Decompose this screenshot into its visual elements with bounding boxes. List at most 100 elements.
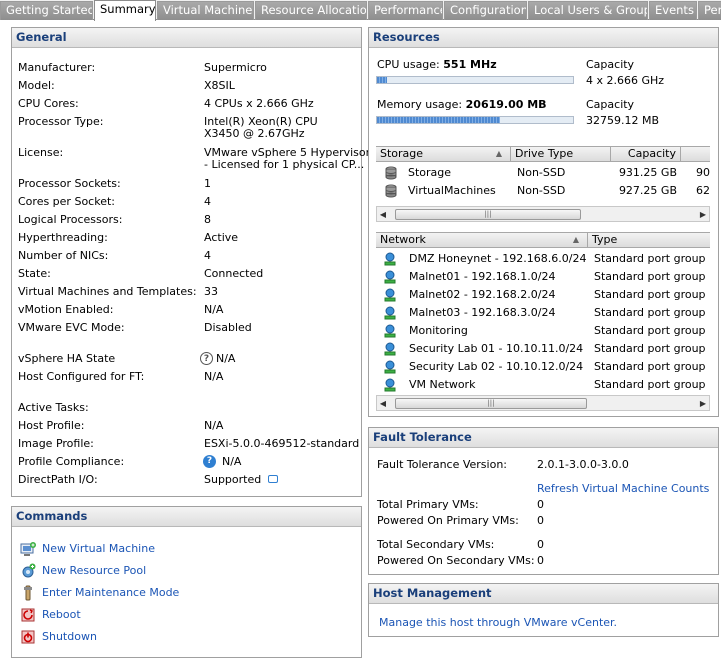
help-icon[interactable]: ? xyxy=(200,352,213,365)
cpu-usage-bar-fill xyxy=(377,77,387,83)
memory-usage-bar xyxy=(376,116,574,124)
ft-powered-primary-label: Powered On Primary VMs: xyxy=(377,514,519,527)
network-type: Standard port group xyxy=(594,288,706,301)
tab-bar: Getting Started Summary Virtual Machines… xyxy=(0,0,721,21)
general-label-hyperthreading: Hyperthreading: xyxy=(18,231,108,244)
manage-host-vcenter-link[interactable]: Manage this host through VMware vCenter. xyxy=(379,617,617,629)
network-row[interactable]: Security Lab 01 - 10.10.11.0/24 Standard … xyxy=(376,340,710,358)
ft-total-primary-label: Total Primary VMs: xyxy=(377,498,479,511)
general-label-logical-processors: Logical Processors: xyxy=(18,213,123,226)
port-group-icon xyxy=(384,324,396,338)
general-label-image-profile: Image Profile: xyxy=(18,437,94,450)
network-name: Security Lab 02 - 10.10.12.0/24 xyxy=(409,360,584,373)
general-title: General xyxy=(12,28,361,48)
general-value-state: Connected xyxy=(204,267,264,280)
memory-usage-label: Memory usage: 20619.00 MB xyxy=(377,98,547,111)
new-virtual-machine-icon xyxy=(20,542,36,556)
tab-getting-started[interactable]: Getting Started xyxy=(0,1,93,20)
scroll-right-icon[interactable]: ▶ xyxy=(698,209,708,220)
shutdown-icon xyxy=(21,630,35,644)
general-value-cores-per-socket: 4 xyxy=(204,195,211,208)
network-type: Standard port group xyxy=(594,360,706,373)
refresh-vm-counts-link[interactable]: Refresh Virtual Machine Counts xyxy=(537,483,709,495)
tab-local-users-groups[interactable]: Local Users & Groups xyxy=(528,1,648,20)
new-virtual-machine-link[interactable]: New Virtual Machine xyxy=(42,543,155,555)
ft-total-primary-value: 0 xyxy=(537,498,544,511)
network-row[interactable]: Malnet01 - 192.168.1.0/24 Standard port g… xyxy=(376,268,710,286)
resources-title: Resources xyxy=(369,28,718,48)
network-row[interactable]: Malnet03 - 192.168.3.0/24 Standard port g… xyxy=(376,304,710,322)
ft-version-value: 2.0.1-3.0.0-3.0.0 xyxy=(537,458,629,471)
cpu-usage-label: CPU usage: 551 MHz xyxy=(377,58,497,71)
comment-icon[interactable] xyxy=(268,475,278,483)
network-scroll-thumb[interactable]: ||| xyxy=(395,398,587,409)
storage-col-header[interactable]: Storage ▲ xyxy=(376,147,511,162)
general-value-manufacturer: Supermicro xyxy=(204,61,267,74)
general-value-profile-compliance: N/A xyxy=(222,455,242,468)
general-value-logical-processors: 8 xyxy=(204,213,211,226)
general-label-vsphere-ha-state: vSphere HA State xyxy=(18,352,116,365)
type-col-header[interactable]: Type xyxy=(588,233,710,248)
general-label-state: State: xyxy=(18,267,51,280)
sort-asc-icon: ▲ xyxy=(495,149,502,158)
port-group-icon xyxy=(384,342,396,356)
scroll-left-icon[interactable]: ◀ xyxy=(378,398,388,409)
general-label-host-configured-for-ft: Host Configured for FT: xyxy=(18,370,145,383)
maintenance-mode-icon xyxy=(24,585,32,601)
network-name: VM Network xyxy=(409,378,476,391)
ft-powered-primary-value: 0 xyxy=(537,514,544,527)
storage-row[interactable]: VirtualMachines Non-SSD 927.25 GB 629 xyxy=(376,182,710,200)
network-col-header[interactable]: Network ▲ xyxy=(376,233,588,248)
general-value-host-configured-for-ft: N/A xyxy=(204,370,224,383)
general-label-vmotion-enabled: vMotion Enabled: xyxy=(18,303,114,316)
capacity-col-header[interactable]: Capacity xyxy=(611,147,681,162)
tab-summary[interactable]: Summary xyxy=(94,0,156,21)
network-type: Standard port group xyxy=(594,324,706,337)
enter-maintenance-mode-link[interactable]: Enter Maintenance Mode xyxy=(42,587,179,599)
general-label-virtual-machines-and-templates: Virtual Machines and Templates: xyxy=(18,285,197,298)
new-resource-pool-link[interactable]: New Resource Pool xyxy=(42,565,146,577)
network-row[interactable]: DMZ Honeynet - 192.168.6.0/24 Standard po… xyxy=(376,250,710,268)
storage-name: VirtualMachines xyxy=(408,184,496,197)
network-row[interactable]: Security Lab 02 - 10.10.12.0/24 Standard … xyxy=(376,358,710,376)
storage-capacity: 927.25 GB xyxy=(618,184,677,197)
storage-row[interactable]: Storage Non-SSD 931.25 GB 903 xyxy=(376,164,710,182)
help-icon[interactable]: ? xyxy=(203,455,216,468)
storage-scroll-thumb[interactable]: ||| xyxy=(395,209,581,220)
ft-total-secondary-value: 0 xyxy=(537,538,544,551)
general-value-directpath-i-o: Supported xyxy=(204,473,262,486)
general-label-vmware-evc-mode: VMware EVC Mode: xyxy=(18,321,125,334)
host-management-title: Host Management xyxy=(369,584,718,604)
reboot-icon xyxy=(21,608,35,622)
scroll-left-icon[interactable]: ◀ xyxy=(378,209,388,220)
memory-capacity-label: Capacity xyxy=(586,98,635,111)
network-hscrollbar[interactable]: ◀ ||| ▶ xyxy=(376,395,710,411)
storage-hscrollbar[interactable]: ◀ ||| ▶ xyxy=(376,206,710,222)
network-name: Malnet03 - 192.168.3.0/24 xyxy=(409,306,556,319)
network-row[interactable]: Malnet02 - 192.168.2.0/24 Standard port g… xyxy=(376,286,710,304)
tab-resource-allocation[interactable]: Resource Allocation xyxy=(255,1,367,20)
general-label-cpu-cores: CPU Cores: xyxy=(18,97,79,110)
general-label-directpath-i-o: DirectPath I/O: xyxy=(18,473,98,486)
general-label-manufacturer: Manufacturer: xyxy=(18,61,96,74)
storage-capacity: 931.25 GB xyxy=(618,166,677,179)
drive-type-col-header[interactable]: Drive Type xyxy=(511,147,611,162)
cpu-usage-bar xyxy=(376,76,574,84)
network-type: Standard port group xyxy=(594,342,706,355)
scroll-right-icon[interactable]: ▶ xyxy=(698,398,708,409)
tab-configuration[interactable]: Configuration xyxy=(444,1,527,20)
shutdown-link[interactable]: Shutdown xyxy=(42,631,97,643)
storage-drive-type: Non-SSD xyxy=(517,184,566,197)
general-label-profile-compliance: Profile Compliance: xyxy=(18,455,125,468)
tab-virtual-machines[interactable]: Virtual Machines xyxy=(157,1,254,20)
free-col-header[interactable] xyxy=(681,147,710,162)
network-row[interactable]: VM Network Standard port group xyxy=(376,376,710,394)
tab-performance[interactable]: Performance xyxy=(368,1,443,20)
reboot-link[interactable]: Reboot xyxy=(42,609,81,621)
tab-events[interactable]: Events xyxy=(649,1,697,20)
cpu-capacity-label: Capacity xyxy=(586,58,635,71)
network-row[interactable]: Monitoring Standard port group xyxy=(376,322,710,340)
tab-permissions[interactable]: Perm xyxy=(698,1,721,20)
general-label-active-tasks: Active Tasks: xyxy=(18,401,89,414)
general-value-hyperthreading: Active xyxy=(204,231,239,244)
